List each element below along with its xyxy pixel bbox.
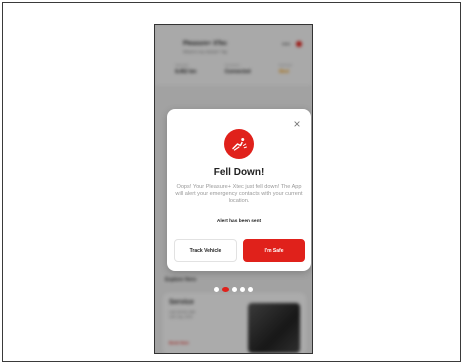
alert-status: Alert has been sent <box>216 219 262 224</box>
carousel-dot[interactable] <box>248 287 253 292</box>
carousel-dot[interactable] <box>232 287 237 292</box>
carousel-dot[interactable] <box>240 287 245 292</box>
track-vehicle-button[interactable]: Track Vehicle <box>174 239 237 262</box>
screenshot-frame: Pleasure+ XTec Where's my vehicle? Tap O… <box>2 2 461 362</box>
close-icon[interactable]: × <box>291 118 303 130</box>
dialog-title: Fell Down! <box>213 167 265 178</box>
fallen-rider-icon <box>232 138 247 151</box>
carousel-dot-active[interactable] <box>222 287 229 292</box>
fall-down-icon <box>224 129 254 159</box>
carousel-dot[interactable] <box>214 287 219 292</box>
dialog-message: Oops! Your Pleasure+ Xtec just fell down… <box>175 184 303 204</box>
fell-down-dialog: × Fell Down! Oops! Your Pleasure+ Xtec j… <box>167 109 311 271</box>
carousel-dots <box>155 287 312 292</box>
im-safe-button[interactable]: I'm Safe <box>243 239 305 262</box>
phone-screen: Pleasure+ XTec Where's my vehicle? Tap O… <box>154 24 313 354</box>
